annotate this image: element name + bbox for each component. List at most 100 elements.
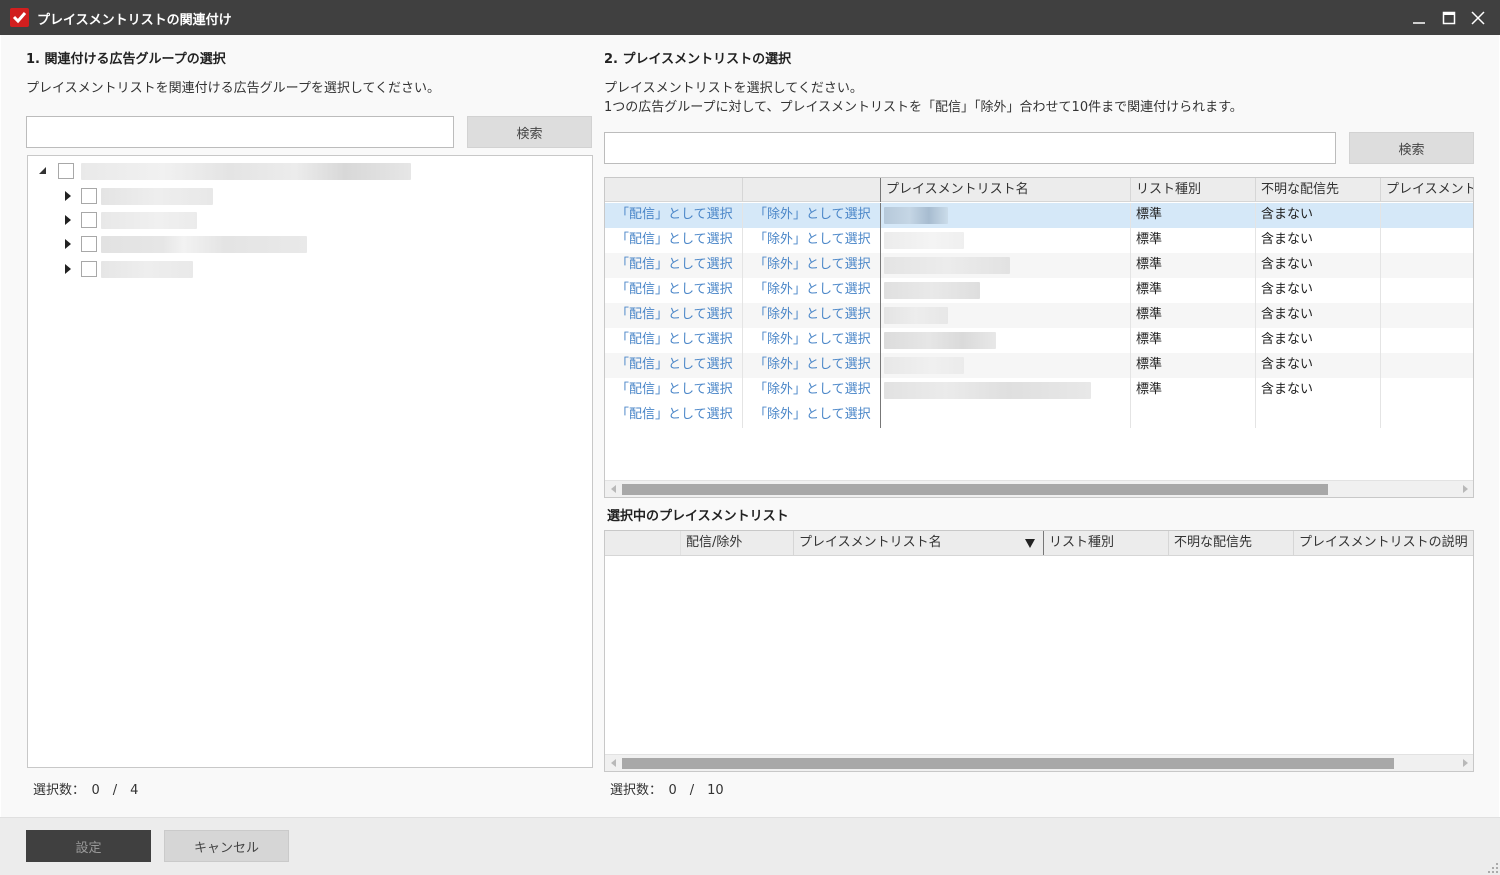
select-as-deliver-link[interactable]: 「配信」として選択: [605, 203, 743, 228]
collapse-triangle-icon[interactable]: [37, 165, 47, 177]
scroll-left-icon[interactable]: [605, 755, 622, 771]
redacted-list-name: [884, 357, 964, 374]
list-type-cell: 標準: [1131, 378, 1256, 403]
placement-cell: [1381, 278, 1473, 303]
cancel-button[interactable]: キャンセル: [164, 830, 289, 862]
resize-grip-icon[interactable]: [1488, 863, 1498, 873]
ad-group-description: プレイスメントリストを関連付ける広告グループを選択してください。: [26, 81, 441, 96]
select-as-exclude-link[interactable]: 「除外」として選択: [743, 303, 881, 328]
table-row[interactable]: 「配信」として選択 「除外」として選択 標準 含まない: [605, 303, 1473, 328]
tree-checkbox[interactable]: [81, 212, 97, 228]
column-header-list-name[interactable]: プレイスメントリスト名: [794, 531, 1044, 555]
ad-group-section-heading: 1. 関連付ける広告グループの選択: [26, 52, 226, 67]
scroll-right-icon[interactable]: [1457, 755, 1473, 771]
redacted-list-name: [884, 232, 964, 249]
placement-list-grid: プレイスメントリスト名 リスト種別 不明な配信先 プレイスメント 「配信」として…: [604, 177, 1474, 498]
column-header-label: プレイスメントリスト名: [799, 535, 942, 550]
tree-node-child[interactable]: [28, 259, 588, 279]
tree-checkbox[interactable]: [58, 163, 74, 179]
app-logo-icon: [10, 8, 29, 27]
sort-descending-icon[interactable]: [1025, 539, 1035, 548]
ad-group-tree: [27, 155, 593, 768]
column-header-list-name[interactable]: プレイスメントリスト名: [881, 178, 1131, 202]
window-title: プレイスメントリストの関連付け: [37, 13, 232, 28]
expand-triangle-icon[interactable]: [64, 214, 74, 226]
grid-header: プレイスメントリスト名 リスト種別 不明な配信先 プレイスメント: [605, 178, 1473, 202]
select-as-exclude-link[interactable]: 「除外」として選択: [743, 203, 881, 228]
table-row[interactable]: 「配信」として選択 「除外」として選択: [605, 403, 1473, 428]
column-header: [605, 531, 681, 555]
column-header-list-type[interactable]: リスト種別: [1131, 178, 1256, 202]
ad-group-search-button[interactable]: 検索: [467, 116, 592, 148]
select-as-deliver-link[interactable]: 「配信」として選択: [605, 253, 743, 278]
select-as-deliver-link[interactable]: 「配信」として選択: [605, 378, 743, 403]
horizontal-scrollbar[interactable]: [605, 480, 1473, 497]
column-header-description[interactable]: プレイスメントリストの説明: [1294, 531, 1473, 555]
select-as-deliver-link[interactable]: 「配信」として選択: [605, 353, 743, 378]
redacted-campaign-name: [81, 163, 411, 180]
column-header-placement[interactable]: プレイスメント: [1381, 178, 1473, 202]
select-as-exclude-link[interactable]: 「除外」として選択: [743, 328, 881, 353]
list-name-cell: [881, 278, 1131, 303]
expand-triangle-icon[interactable]: [64, 238, 74, 250]
list-name-cell: [881, 303, 1131, 328]
select-as-deliver-link[interactable]: 「配信」として選択: [605, 303, 743, 328]
select-as-exclude-link[interactable]: 「除外」として選択: [743, 228, 881, 253]
list-name-cell: [881, 228, 1131, 253]
placement-cell: [1381, 378, 1473, 403]
column-header-unknown-destination[interactable]: 不明な配信先: [1256, 178, 1381, 202]
scrollbar-thumb[interactable]: [622, 758, 1394, 769]
select-as-deliver-link[interactable]: 「配信」として選択: [605, 328, 743, 353]
expand-triangle-icon[interactable]: [64, 263, 74, 275]
select-as-exclude-link[interactable]: 「除外」として選択: [743, 353, 881, 378]
table-row[interactable]: 「配信」として選択 「除外」として選択 標準 含まない: [605, 328, 1473, 353]
table-row[interactable]: 「配信」として選択 「除外」として選択 標準 含まない: [605, 378, 1473, 403]
table-row[interactable]: 「配信」として選択 「除外」として選択 標準 含まない: [605, 253, 1473, 278]
tree-node-child[interactable]: [28, 234, 588, 254]
select-as-deliver-link[interactable]: 「配信」として選択: [605, 278, 743, 303]
select-as-exclude-link[interactable]: 「除外」として選択: [743, 378, 881, 403]
unknown-destination-cell: 含まない: [1256, 278, 1381, 303]
column-header-list-type[interactable]: リスト種別: [1044, 531, 1169, 555]
selected-placement-grid: 配信/除外 プレイスメントリスト名 リスト種別 不明な配信先 プレイスメントリス…: [604, 530, 1474, 772]
set-button[interactable]: 設定: [26, 830, 151, 862]
tree-checkbox[interactable]: [81, 261, 97, 277]
table-row[interactable]: 「配信」として選択 「除外」として選択 標準 含まない: [605, 228, 1473, 253]
list-type-cell: 標準: [1131, 353, 1256, 378]
redacted-list-name: [884, 307, 948, 324]
close-icon[interactable]: [1467, 7, 1489, 29]
select-as-exclude-link[interactable]: 「除外」として選択: [743, 253, 881, 278]
column-header-unknown-destination[interactable]: 不明な配信先: [1169, 531, 1294, 555]
redacted-list-name: [884, 382, 1091, 399]
expand-triangle-icon[interactable]: [64, 190, 74, 202]
redacted-list-name: [884, 257, 1010, 274]
scroll-left-icon[interactable]: [605, 481, 622, 497]
placement-search-input[interactable]: [604, 132, 1336, 164]
placement-cell: [1381, 253, 1473, 278]
tree-checkbox[interactable]: [81, 236, 97, 252]
column-header-deliver-exclude[interactable]: 配信/除外: [681, 531, 794, 555]
list-type-cell: 標準: [1131, 278, 1256, 303]
redacted-ad-group-name: [101, 188, 213, 205]
select-as-exclude-link[interactable]: 「除外」として選択: [743, 278, 881, 303]
table-row[interactable]: 「配信」として選択 「除外」として選択 標準 含まない: [605, 353, 1473, 378]
select-as-deliver-link[interactable]: 「配信」として選択: [605, 403, 743, 428]
placement-section-heading: 2. プレイスメントリストの選択: [604, 52, 792, 67]
tree-node-root[interactable]: [28, 161, 588, 181]
minimize-icon[interactable]: [1408, 7, 1430, 29]
tree-node-child[interactable]: [28, 186, 588, 206]
placement-search-button[interactable]: 検索: [1349, 132, 1474, 164]
tree-node-child[interactable]: [28, 210, 588, 230]
table-row[interactable]: 「配信」として選択 「除外」として選択 標準 含まない: [605, 278, 1473, 303]
ad-group-search-input[interactable]: [26, 116, 454, 148]
redacted-ad-group-name: [101, 212, 197, 229]
horizontal-scrollbar[interactable]: [605, 754, 1473, 771]
select-as-exclude-link[interactable]: 「除外」として選択: [743, 403, 881, 428]
maximize-icon[interactable]: [1438, 7, 1460, 29]
scrollbar-thumb[interactable]: [622, 484, 1328, 495]
scroll-right-icon[interactable]: [1457, 481, 1473, 497]
tree-checkbox[interactable]: [81, 188, 97, 204]
redacted-list-name: [884, 207, 948, 224]
select-as-deliver-link[interactable]: 「配信」として選択: [605, 228, 743, 253]
table-row[interactable]: 「配信」として選択 「除外」として選択 標準 含まない: [605, 203, 1473, 228]
